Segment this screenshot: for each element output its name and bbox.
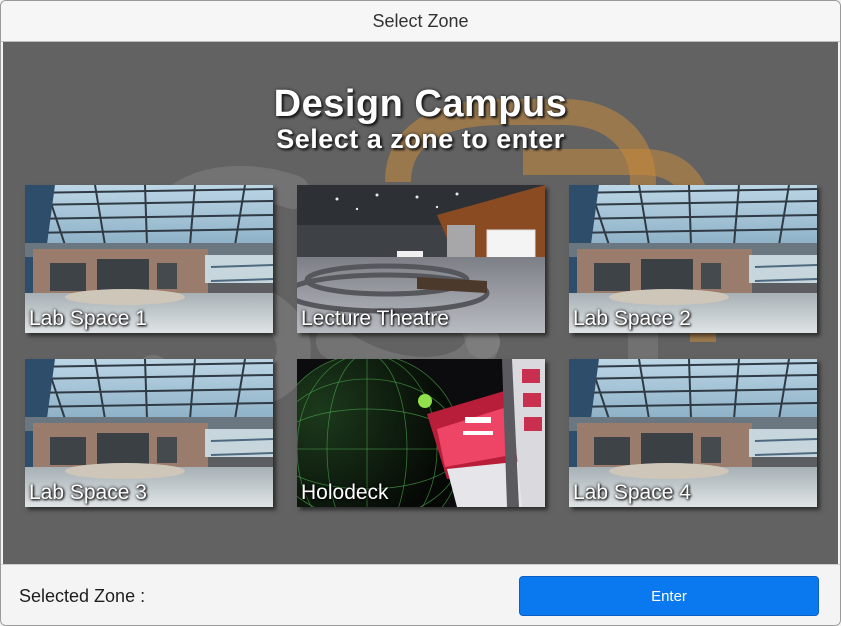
enter-button[interactable]: Enter xyxy=(519,576,819,616)
zone-label: Lab Space 4 xyxy=(573,481,691,504)
zone-tile-lab-space-2[interactable]: Lab Space 2 xyxy=(569,185,817,333)
zone-selection-stage: Design Campus Select a zone to enter Lab… xyxy=(3,42,838,564)
zone-label: Lab Space 3 xyxy=(29,481,147,504)
window-title: Select Zone xyxy=(1,1,840,42)
zone-label: Lab Space 1 xyxy=(29,307,147,330)
zone-label: Holodeck xyxy=(301,481,389,504)
zone-tile-lecture-theatre[interactable]: iSee Lecture Theatre xyxy=(297,185,545,333)
zone-tile-lab-space-4[interactable]: Lab Space 4 xyxy=(569,359,817,507)
selected-zone-label: Selected Zone : xyxy=(19,586,146,606)
page-subtitle: Select a zone to enter xyxy=(276,124,565,154)
zone-label: Lecture Theatre xyxy=(301,307,449,330)
select-zone-window: Select Zone Design Campus Select a zone … xyxy=(0,0,841,626)
campus-heading: Design Campus Select a zone to enter xyxy=(3,84,838,154)
zone-label: Lab Space 2 xyxy=(573,307,691,330)
zone-tile-holodeck[interactable]: Holodeck xyxy=(297,359,545,507)
zone-tile-lab-space-3[interactable]: Lab Space 3 xyxy=(25,359,273,507)
page-title: Design Campus xyxy=(273,83,568,125)
zone-tile-lab-space-1[interactable]: Lab Space 1 xyxy=(25,185,273,333)
footer-bar: Selected Zone : Enter xyxy=(1,564,840,625)
